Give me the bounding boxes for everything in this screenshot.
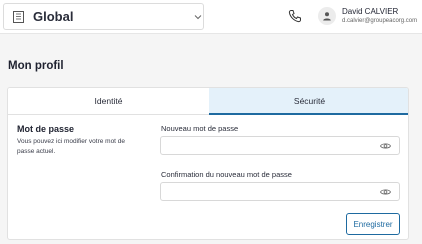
user-icon xyxy=(323,12,331,21)
new-password-input[interactable] xyxy=(161,137,376,154)
phone-icon[interactable] xyxy=(288,9,302,23)
confirm-password-field xyxy=(160,182,400,201)
tab-security[interactable]: Sécurité xyxy=(209,88,408,115)
page-title: Mon profil xyxy=(8,60,64,72)
eye-icon[interactable] xyxy=(380,142,391,150)
profile-card: Identité Sécurité Mot de passe Vous pouv… xyxy=(7,87,409,240)
tab-identity[interactable]: Identité xyxy=(8,88,209,115)
top-bar: Global David CALVIER d.calvier@groupeaco… xyxy=(0,0,422,34)
confirm-password-label: Confirmation du nouveau mot de passe xyxy=(161,170,292,179)
building-icon xyxy=(13,11,24,23)
new-password-label: Nouveau mot de passe xyxy=(161,124,239,133)
password-section-title: Mot de passe xyxy=(17,124,75,134)
organization-select-value: Global xyxy=(33,9,74,24)
chevron-down-icon xyxy=(194,15,202,20)
user-name: David CALVIER xyxy=(342,7,399,16)
user-email: d.calvier@groupeacorg.com xyxy=(342,18,418,24)
avatar[interactable] xyxy=(318,7,336,25)
password-section-description: Vous pouvez ici modifier votre mot de pa… xyxy=(17,138,126,155)
confirm-password-input[interactable] xyxy=(161,183,376,200)
organization-select[interactable]: Global xyxy=(3,3,204,30)
new-password-field xyxy=(160,136,400,155)
eye-icon[interactable] xyxy=(380,188,391,196)
save-button[interactable]: Enregistrer xyxy=(346,213,400,235)
